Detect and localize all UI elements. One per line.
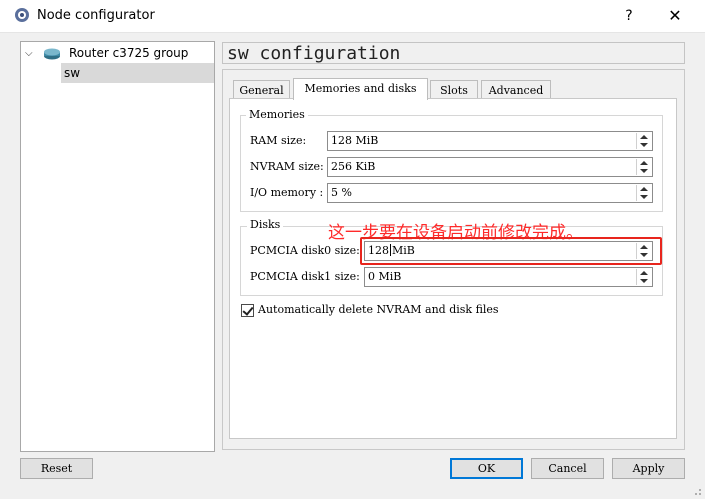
title-bar: Node configurator ? ✕ (0, 0, 705, 33)
disk1-size-stepper[interactable] (636, 269, 651, 285)
nvram-size-stepper[interactable] (636, 159, 651, 175)
disk1-size-spinbox[interactable]: 0 MiB (364, 267, 653, 287)
nvram-size-label: NVRAM size: (250, 160, 324, 173)
disk1-size-label: PCMCIA disk1 size: (250, 270, 360, 283)
arrow-up-icon[interactable] (640, 271, 648, 275)
gns3-app-icon (15, 8, 29, 22)
auto-delete-checkbox[interactable] (241, 304, 254, 317)
apply-button[interactable]: Apply (612, 458, 685, 479)
close-button[interactable]: ✕ (652, 0, 698, 32)
tab-memories-and-disks[interactable]: Memories and disks (293, 78, 428, 100)
tab-slots[interactable]: Slots (430, 80, 478, 99)
reset-button[interactable]: Reset (20, 458, 93, 479)
window-title: Node configurator (37, 8, 155, 23)
ram-size-stepper[interactable] (636, 133, 651, 149)
auto-delete-label[interactable]: Automatically delete NVRAM and disk file… (258, 303, 499, 316)
resize-grip-icon[interactable] (692, 486, 702, 496)
ram-size-spinbox[interactable]: 128 MiB (327, 131, 653, 151)
nvram-size-spinbox[interactable]: 256 KiB (327, 157, 653, 177)
nvram-size-value: 256 KiB (331, 160, 376, 173)
node-tree[interactable]: ⌵ Router c3725 group sw (20, 41, 215, 452)
cancel-button[interactable]: Cancel (531, 458, 604, 479)
memories-group-title: Memories (246, 108, 308, 121)
router-icon (44, 48, 60, 60)
checkmark-icon (242, 304, 254, 316)
chevron-down-icon[interactable]: ⌵ (25, 44, 37, 63)
ok-button[interactable]: OK (450, 458, 523, 479)
arrow-down-icon[interactable] (640, 169, 648, 173)
tab-general[interactable]: General (233, 80, 290, 99)
ram-size-label: RAM size: (250, 134, 307, 147)
page-title: sw configuration (222, 42, 685, 64)
disks-group-title: Disks (247, 218, 284, 231)
ram-size-value: 128 MiB (331, 134, 379, 147)
tree-parent-label: Router c3725 group (69, 46, 189, 60)
io-memory-label: I/O memory : (250, 186, 324, 199)
disk0-size-label: PCMCIA disk0 size: (250, 244, 360, 257)
tree-item-router-group[interactable]: ⌵ Router c3725 group (21, 44, 214, 63)
io-memory-stepper[interactable] (636, 185, 651, 201)
io-memory-spinbox[interactable]: 5 % (327, 183, 653, 203)
tab-advanced[interactable]: Advanced (481, 80, 551, 99)
io-memory-value: 5 % (331, 186, 352, 199)
arrow-down-icon[interactable] (640, 195, 648, 199)
help-button[interactable]: ? (606, 0, 652, 32)
arrow-down-icon[interactable] (640, 279, 648, 283)
disk1-size-value: 0 MiB (368, 270, 402, 283)
arrow-up-icon[interactable] (640, 161, 648, 165)
arrow-down-icon[interactable] (640, 143, 648, 147)
annotation-highlight-box (360, 237, 662, 265)
arrow-up-icon[interactable] (640, 187, 648, 191)
arrow-up-icon[interactable] (640, 135, 648, 139)
tree-item-sw[interactable]: sw (61, 63, 214, 83)
